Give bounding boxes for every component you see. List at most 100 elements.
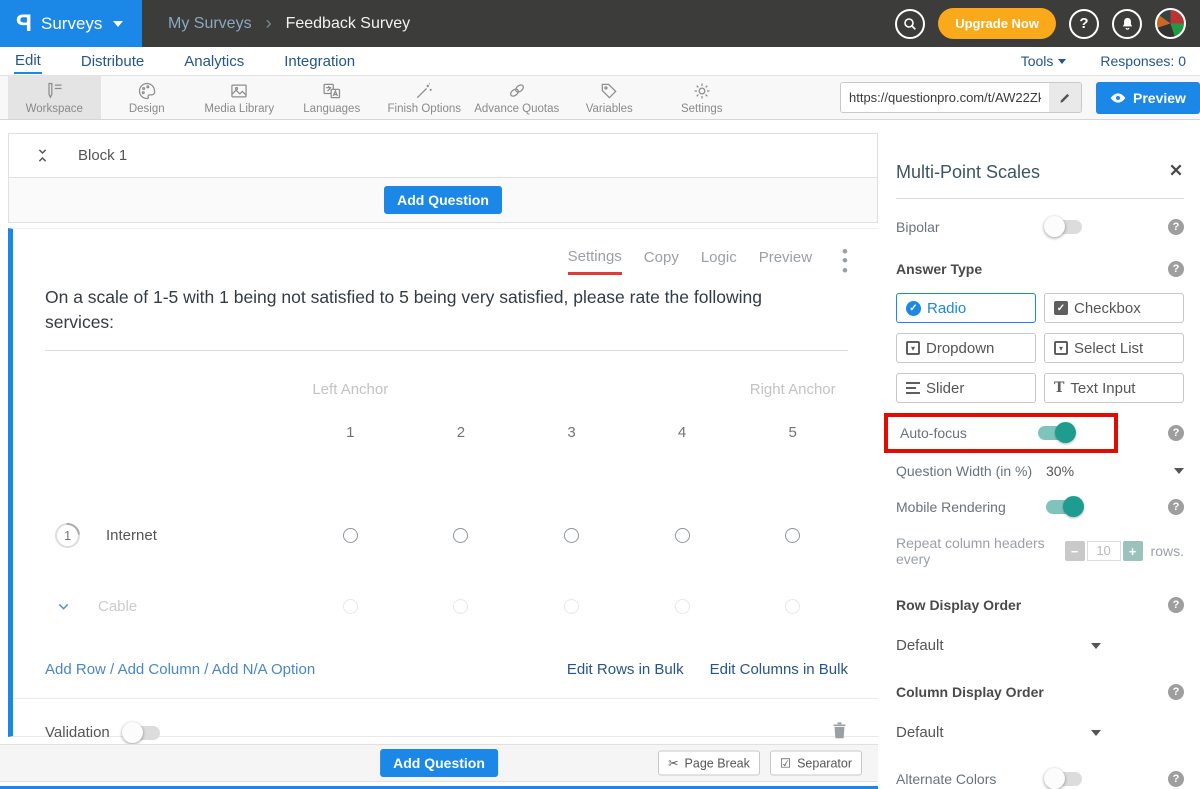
column-display-order-select[interactable]: Default — [896, 724, 1101, 741]
column-display-order-help-icon[interactable]: ? — [1168, 684, 1184, 700]
row-column-links: Add Row / Add Column / Add N/A Option Ed… — [45, 661, 848, 678]
question-width-caret-icon[interactable] — [1174, 468, 1184, 474]
row-label[interactable]: Internet — [106, 527, 157, 544]
alternate-colors-row: Alternate Colors ? — [896, 771, 1184, 787]
question-text[interactable]: On a scale of 1-5 with 1 being not satis… — [45, 285, 835, 336]
edit-columns-in-bulk-link[interactable]: Edit Columns in Bulk — [710, 661, 848, 678]
toolbar-item-media-library[interactable]: Media Library — [193, 76, 286, 119]
question-tab-copy[interactable]: Copy — [644, 249, 679, 273]
chevron-down-icon — [1058, 59, 1066, 64]
add-row-link[interactable]: Add Row — [45, 661, 106, 678]
radio-option[interactable] — [675, 528, 690, 543]
radio-option[interactable] — [675, 599, 690, 614]
toolbar-item-settings[interactable]: Settings — [656, 76, 749, 119]
tab-analytics[interactable]: Analytics — [183, 50, 245, 73]
add-question-button-top[interactable]: Add Question — [384, 186, 502, 214]
decrement-button[interactable]: − — [1065, 541, 1085, 561]
chevron-down-icon[interactable] — [55, 598, 72, 615]
increment-button[interactable]: + — [1123, 541, 1143, 561]
edit-url-button[interactable] — [1049, 83, 1081, 112]
toolbar-item-label: Languages — [303, 103, 360, 115]
answer-type-slider[interactable]: Slider — [896, 373, 1036, 403]
toolbar-item-label: Media Library — [204, 103, 274, 115]
preview-button[interactable]: Preview — [1096, 82, 1200, 114]
mobile-rendering-toggle[interactable] — [1046, 500, 1082, 514]
question-settings-panel: Multi-Point Scales Bipolar ? Answer Type… — [896, 120, 1184, 789]
radio-option[interactable] — [453, 528, 468, 543]
answer-type-checkbox[interactable]: ✓Checkbox — [1044, 293, 1184, 323]
question-width-value[interactable]: 30% — [1046, 463, 1074, 479]
bipolar-help-icon[interactable]: ? — [1168, 219, 1184, 235]
delete-question-button[interactable] — [831, 721, 848, 745]
question-more-menu-icon[interactable]: ••• — [842, 247, 848, 275]
validation-toggle[interactable] — [124, 726, 160, 740]
row-label[interactable]: Cable — [98, 598, 137, 615]
answer-type-select-list[interactable]: ▾Select List — [1044, 333, 1184, 363]
toolbar-item-design[interactable]: Design — [101, 76, 194, 119]
survey-url-input[interactable] — [841, 83, 1049, 112]
page-break-icon: ✂ — [668, 756, 678, 771]
column-header[interactable]: 2 — [406, 424, 517, 441]
radio-option[interactable] — [343, 528, 358, 543]
collapse-block-icon[interactable] — [35, 147, 50, 164]
close-panel-button[interactable] — [1168, 162, 1184, 183]
search-button[interactable] — [895, 9, 925, 39]
page-break-button[interactable]: ✂ Page Break — [658, 751, 760, 776]
radio-option[interactable] — [785, 599, 800, 614]
validation-row: Validation — [13, 698, 878, 745]
toolbar-item-languages[interactable]: Languages — [286, 76, 379, 119]
block-title[interactable]: Block 1 — [78, 147, 127, 164]
separator-button[interactable]: ☑Separator — [770, 751, 862, 776]
responses-count[interactable]: Responses: 0 — [1100, 53, 1186, 69]
breadcrumb-my-surveys[interactable]: My Surveys — [168, 15, 252, 33]
right-anchor-input[interactable]: Right Anchor — [737, 381, 848, 398]
preview-label: Preview — [1133, 90, 1186, 106]
answer-type-help-icon[interactable]: ? — [1168, 261, 1184, 277]
tab-integration[interactable]: Integration — [283, 50, 356, 73]
add-na-option-link[interactable]: Add N/A Option — [212, 661, 315, 678]
toolbar-item-finish-options[interactable]: Finish Options — [378, 76, 471, 119]
radio-option[interactable] — [785, 528, 800, 543]
edit-rows-in-bulk-link[interactable]: Edit Rows in Bulk — [567, 661, 684, 678]
row-display-order-select[interactable]: Default — [896, 637, 1101, 654]
alternate-colors-help-icon[interactable]: ? — [1168, 771, 1184, 787]
toolbar-item-variables[interactable]: Variables — [563, 76, 656, 119]
help-button[interactable]: ? — [1069, 9, 1099, 39]
tab-distribute[interactable]: Distribute — [80, 50, 145, 73]
answer-type-dropdown[interactable]: ▾Dropdown — [896, 333, 1036, 363]
column-header[interactable]: 4 — [627, 424, 738, 441]
column-header[interactable]: 3 — [516, 424, 627, 441]
question-tab-logic[interactable]: Logic — [701, 249, 737, 273]
mobile-rendering-help-icon[interactable]: ? — [1168, 499, 1184, 515]
tab-edit[interactable]: Edit — [14, 49, 42, 74]
repeat-headers-value[interactable]: 10 — [1087, 541, 1121, 561]
radio-option[interactable] — [453, 599, 468, 614]
auto-focus-toggle[interactable] — [1038, 426, 1074, 440]
radio-option[interactable] — [343, 599, 358, 614]
block-header: Block 1 — [8, 133, 878, 178]
answer-type-text-input[interactable]: TText Input — [1044, 373, 1184, 403]
product-menu[interactable]: P Surveys — [0, 0, 142, 47]
column-header[interactable]: 5 — [737, 424, 848, 441]
toolbar-item-workspace[interactable]: Workspace — [8, 76, 101, 119]
auto-focus-help-icon[interactable]: ? — [1168, 425, 1184, 441]
eye-icon — [1110, 92, 1126, 104]
user-avatar[interactable] — [1155, 8, 1186, 39]
add-column-link[interactable]: Add Column — [118, 661, 201, 678]
question-tab-settings[interactable]: Settings — [568, 248, 622, 275]
add-question-button-bottom[interactable]: Add Question — [380, 749, 498, 777]
left-anchor-input[interactable]: Left Anchor — [295, 381, 406, 398]
question-tab-preview[interactable]: Preview — [759, 249, 812, 273]
tools-menu[interactable]: Tools — [1021, 53, 1067, 69]
radio-option[interactable] — [564, 599, 579, 614]
bipolar-toggle[interactable] — [1046, 220, 1082, 234]
column-header[interactable]: 1 — [295, 424, 406, 441]
answer-type-radio[interactable]: ✓Radio — [896, 293, 1036, 323]
row-display-order-help-icon[interactable]: ? — [1168, 597, 1184, 613]
upgrade-now-button[interactable]: Upgrade Now — [938, 8, 1056, 39]
alternate-colors-toggle[interactable] — [1046, 772, 1082, 786]
toolbar-item-advance-quotas[interactable]: Advance Quotas — [471, 76, 564, 119]
notifications-button[interactable] — [1112, 9, 1142, 39]
page-break-label: Page Break — [685, 756, 750, 770]
radio-option[interactable] — [564, 528, 579, 543]
